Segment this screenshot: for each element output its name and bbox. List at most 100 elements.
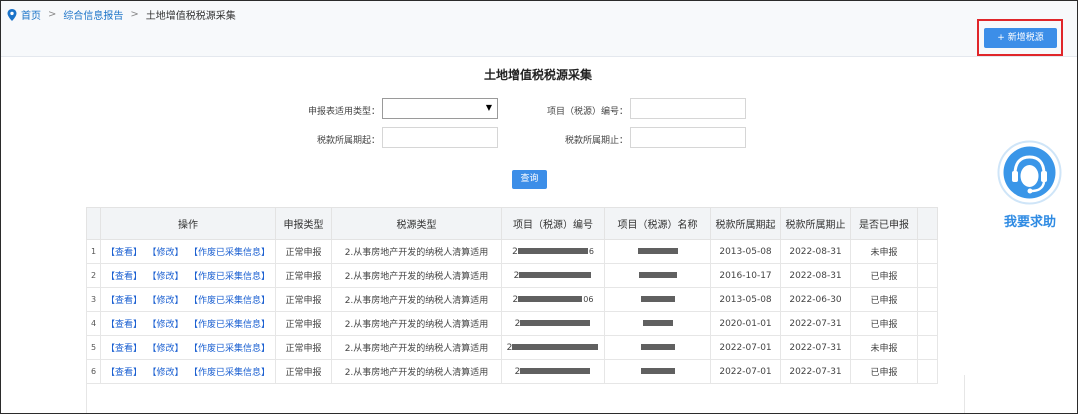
row-operations: 【查看】 【修改】 【作废已采集信息】 bbox=[100, 239, 276, 264]
table-row: 3 【查看】 【修改】 【作废已采集信息】 正常申报 2.从事房地产开发的纳税人清算适用 2… bbox=[86, 287, 938, 312]
row-spacer bbox=[917, 263, 938, 288]
row-period-end: 2022-07-31 bbox=[780, 335, 851, 360]
void-link[interactable]: 【作废已采集信息】 bbox=[194, 344, 271, 354]
redacted-block bbox=[640, 296, 675, 302]
edit-link[interactable]: 【修改】 bbox=[152, 272, 184, 282]
add-source-highlight: + 新增税源 bbox=[977, 19, 1063, 56]
void-link[interactable]: 【作废已采集信息】 bbox=[194, 320, 271, 330]
table-row: 4 【查看】 【修改】 【作废已采集信息】 正常申报 2.从事房地产开发的纳税人清算适用 2… bbox=[86, 311, 938, 336]
row-declared: 已申报 bbox=[850, 263, 918, 288]
view-link[interactable]: 【查看】 bbox=[106, 344, 142, 354]
row-spacer bbox=[917, 335, 938, 360]
view-link[interactable]: 【查看】 bbox=[106, 272, 142, 282]
redacted-block bbox=[518, 296, 583, 302]
row-period-start: 2022-07-01 bbox=[710, 335, 781, 360]
project-no-label: 项目（税源）编号： bbox=[546, 107, 628, 117]
report-type-select[interactable]: ▼ bbox=[382, 98, 498, 119]
project-no-suffix: 6 bbox=[588, 246, 594, 256]
project-no-suffix: 06 bbox=[583, 294, 594, 304]
redacted-block bbox=[640, 344, 675, 350]
redacted-block bbox=[642, 320, 673, 326]
row-source-type: 2.从事房地产开发的纳税人清算适用 bbox=[331, 335, 502, 360]
table-header-row: 操作 申报类型 税源类型 项目（税源）编号 项目（税源）名称 税款所属期起 税款… bbox=[86, 207, 938, 240]
redacted-block bbox=[520, 368, 591, 374]
redacted-block bbox=[637, 248, 678, 254]
row-spacer bbox=[917, 287, 938, 312]
row-project-name bbox=[604, 311, 711, 336]
edit-link[interactable]: 【修改】 bbox=[152, 296, 184, 306]
edit-link[interactable]: 【修改】 bbox=[152, 320, 184, 330]
row-source-type: 2.从事房地产开发的纳税人清算适用 bbox=[331, 287, 502, 312]
help-label[interactable]: 我要求助 bbox=[990, 211, 1070, 230]
row-report-type: 正常申报 bbox=[275, 335, 332, 360]
view-link[interactable]: 【查看】 bbox=[106, 248, 142, 258]
row-period-end: 2022-08-31 bbox=[780, 263, 851, 288]
row-index: 5 bbox=[86, 335, 101, 360]
headset-icon[interactable] bbox=[997, 140, 1062, 205]
dropdown-arrow-icon: ▼ bbox=[485, 103, 492, 112]
breadcrumb-separator: > bbox=[48, 9, 57, 20]
row-source-type: 2.从事房地产开发的纳税人清算适用 bbox=[331, 311, 502, 336]
void-link[interactable]: 【作废已采集信息】 bbox=[194, 272, 271, 282]
breadcrumb-current: 土地增值税税源采集 bbox=[145, 11, 236, 22]
header-source-type: 税源类型 bbox=[331, 207, 502, 240]
row-report-type: 正常申报 bbox=[275, 311, 332, 336]
header-project-no: 项目（税源）编号 bbox=[501, 207, 605, 240]
table-row: 1 【查看】 【修改】 【作废已采集信息】 正常申报 2.从事房地产开发的纳税人清算适用 2… bbox=[86, 239, 938, 264]
report-type-label: 申报表适用类型： bbox=[307, 107, 380, 117]
location-pin-icon bbox=[7, 8, 17, 21]
redacted-block bbox=[520, 320, 591, 326]
tax-source-table: 操作 申报类型 税源类型 项目（税源）编号 项目（税源）名称 税款所属期起 税款… bbox=[86, 207, 938, 384]
row-project-no: 26 bbox=[501, 239, 605, 264]
table-row: 2 【查看】 【修改】 【作废已采集信息】 正常申报 2.从事房地产开发的纳税人清算适用 2… bbox=[86, 263, 938, 288]
row-project-no: 2 06 bbox=[501, 287, 605, 312]
row-period-end: 2022-08-31 bbox=[780, 239, 851, 264]
period-end-label: 税款所属期止： bbox=[564, 136, 628, 146]
void-link[interactable]: 【作废已采集信息】 bbox=[194, 296, 271, 306]
row-project-name bbox=[604, 239, 711, 264]
row-declared: 已申报 bbox=[850, 287, 918, 312]
row-report-type: 正常申报 bbox=[275, 287, 332, 312]
row-source-type: 2.从事房地产开发的纳税人清算适用 bbox=[331, 263, 502, 288]
row-project-name bbox=[604, 335, 711, 360]
breadcrumb: 首页 > 综合信息报告 > 土地增值税税源采集 bbox=[7, 7, 236, 22]
breadcrumb-home[interactable]: 首页 bbox=[21, 7, 41, 22]
table-empty-area bbox=[86, 375, 965, 413]
period-end-input[interactable] bbox=[630, 127, 746, 148]
edit-link[interactable]: 【修改】 bbox=[152, 248, 184, 258]
redacted-block bbox=[519, 272, 592, 278]
row-index: 2 bbox=[86, 263, 101, 288]
breadcrumb-separator: > bbox=[130, 9, 139, 20]
redacted-block bbox=[512, 344, 599, 350]
header-period-end: 税款所属期止 bbox=[780, 207, 851, 240]
view-link[interactable]: 【查看】 bbox=[106, 296, 142, 306]
row-period-start: 2013-05-08 bbox=[710, 287, 781, 312]
period-start-input[interactable] bbox=[382, 127, 498, 148]
project-no-input[interactable] bbox=[630, 98, 746, 119]
row-project-no: 2 bbox=[501, 335, 605, 360]
view-link[interactable]: 【查看】 bbox=[106, 320, 142, 330]
row-report-type: 正常申报 bbox=[275, 263, 332, 288]
row-period-start: 2013-05-08 bbox=[710, 239, 781, 264]
row-operations: 【查看】 【修改】 【作废已采集信息】 bbox=[100, 287, 276, 312]
row-operations: 【查看】 【修改】 【作废已采集信息】 bbox=[100, 335, 276, 360]
row-report-type: 正常申报 bbox=[275, 239, 332, 264]
page-title: 土地增值税税源采集 bbox=[483, 68, 592, 82]
row-declared: 未申报 bbox=[850, 335, 918, 360]
breadcrumb-bar: 首页 > 综合信息报告 > 土地增值税税源采集 + 新增税源 bbox=[1, 1, 1077, 57]
edit-link[interactable]: 【修改】 bbox=[152, 344, 184, 354]
row-project-name bbox=[604, 287, 711, 312]
header-spacer bbox=[917, 207, 938, 240]
header-declared: 是否已申报 bbox=[850, 207, 918, 240]
row-period-start: 2020-01-01 bbox=[710, 311, 781, 336]
add-tax-source-button[interactable]: + 新增税源 bbox=[984, 28, 1057, 48]
row-operations: 【查看】 【修改】 【作废已采集信息】 bbox=[100, 263, 276, 288]
row-operations: 【查看】 【修改】 【作废已采集信息】 bbox=[100, 311, 276, 336]
row-spacer bbox=[917, 311, 938, 336]
breadcrumb-level2[interactable]: 综合信息报告 bbox=[63, 7, 123, 22]
period-start-label: 税款所属期起： bbox=[316, 136, 380, 146]
redacted-block bbox=[640, 368, 675, 374]
query-button[interactable]: 查询 bbox=[512, 170, 547, 189]
row-index: 1 bbox=[86, 239, 101, 264]
void-link[interactable]: 【作废已采集信息】 bbox=[194, 248, 271, 258]
